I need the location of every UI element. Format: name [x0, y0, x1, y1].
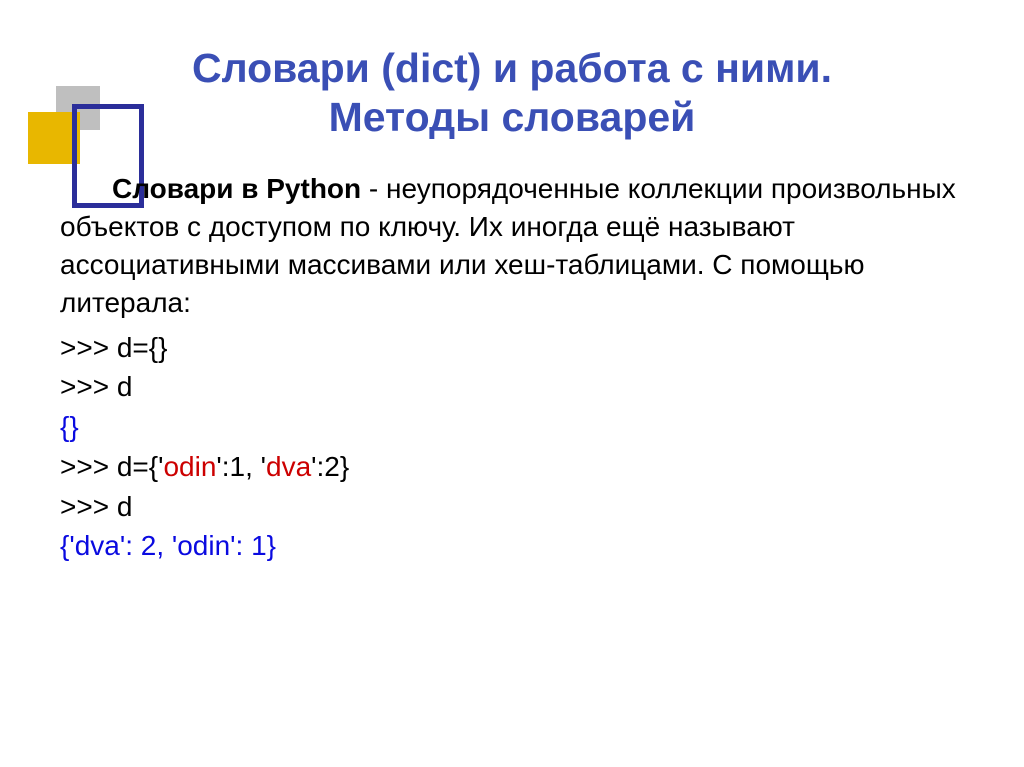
code-suffix: ':2}	[311, 451, 349, 482]
code-line-2: >>> d	[60, 367, 964, 407]
code-prefix: >>> d={'	[60, 451, 163, 482]
slide-container: Словари (dict) и работа с ними. Методы с…	[0, 44, 1024, 767]
code-key-odin: odin	[163, 451, 216, 482]
title-line-1: Словари (dict) и работа с ними.	[60, 44, 964, 93]
code-output-2: {'dva': 2, 'odin': 1}	[60, 526, 964, 566]
code-line-4: >>> d={'odin':1, 'dva':2}	[60, 447, 964, 487]
intro-bold: Словари в Python	[112, 173, 361, 204]
title-line-2: Методы словарей	[60, 93, 964, 142]
code-line-1: >>> d={}	[60, 328, 964, 368]
code-key-dva: dva	[266, 451, 311, 482]
code-output-1: {}	[60, 407, 964, 447]
code-line-5: >>> d	[60, 487, 964, 527]
slide-title: Словари (dict) и работа с ними. Методы с…	[60, 44, 964, 142]
slide-body: Словари в Python - неупорядоченные колле…	[60, 170, 964, 566]
code-mid: ':1, '	[216, 451, 266, 482]
intro-paragraph: Словари в Python - неупорядоченные колле…	[60, 170, 964, 321]
